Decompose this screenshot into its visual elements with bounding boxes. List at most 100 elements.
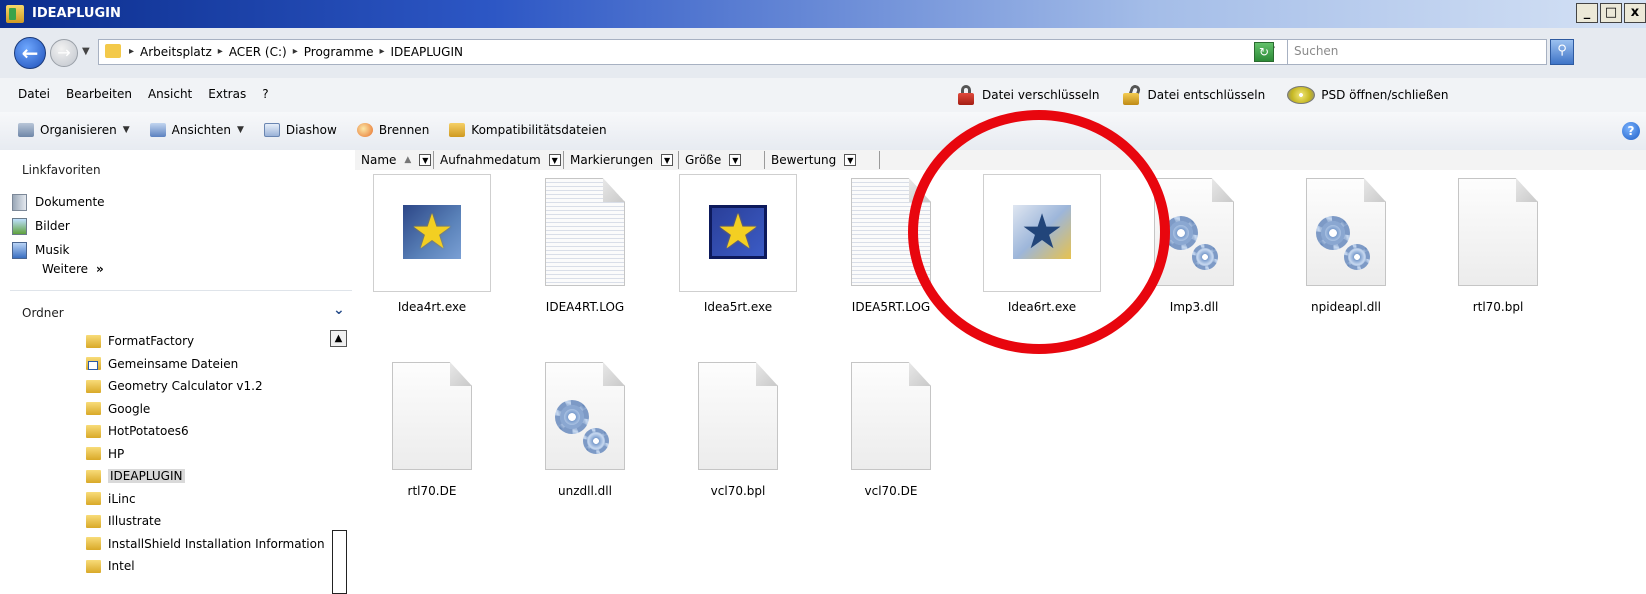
encrypt-file-label: Datei verschlüsseln [982, 88, 1100, 102]
chevron-down-icon[interactable]: ⌄ [333, 302, 345, 318]
forward-button[interactable]: → [50, 39, 78, 67]
folder-item[interactable]: HotPotatoes6 [86, 420, 325, 443]
file-thumbnail [526, 174, 644, 292]
folder-item[interactable]: HP [86, 443, 325, 466]
breadcrumb-separator-icon[interactable]: ▸ [379, 45, 384, 59]
address-bar[interactable]: ▸ Arbeitsplatz ▸ ACER (C:) ▸ Programme ▸… [98, 39, 1298, 65]
file-item[interactable]: ★ Idea5rt.exe [673, 174, 803, 314]
search-input[interactable]: Suchen [1287, 39, 1547, 65]
column-filter-dropdown[interactable]: ▼ [844, 154, 857, 166]
menu-help[interactable]: ? [262, 87, 268, 101]
help-icon[interactable]: ? [1622, 122, 1640, 140]
file-item[interactable]: unzdll.dll [520, 358, 650, 498]
organize-icon [18, 123, 34, 137]
file-item[interactable]: Imp3.dll [1129, 174, 1259, 314]
breadcrumb-separator-icon[interactable]: ▸ [129, 45, 134, 59]
breadcrumb-item[interactable]: IDEAPLUGIN [390, 45, 463, 59]
file-item[interactable]: ★ Idea4rt.exe [367, 174, 497, 314]
folders-heading[interactable]: Ordner [22, 306, 64, 320]
slideshow-icon [263, 123, 280, 137]
column-date-taken[interactable]: Aufnahmedatum ▼ [434, 151, 564, 169]
slideshow-button[interactable]: Diashow [263, 123, 337, 137]
favorite-music[interactable]: Musik [12, 238, 105, 262]
encrypt-file-button[interactable]: Datei verschlüsseln [956, 84, 1099, 106]
folder-item[interactable]: Geometry Calculator v1.2 [86, 375, 325, 398]
more-favorites-link[interactable]: Weitere » [42, 262, 104, 276]
column-filter-dropdown[interactable]: ▼ [548, 154, 561, 166]
menu-edit[interactable]: Bearbeiten [66, 87, 132, 101]
breadcrumb-item[interactable]: ACER (C:) [229, 45, 287, 59]
scrollbar-thumb[interactable] [332, 530, 347, 594]
command-bar: Organisieren ▼ Ansichten ▼ Diashow Brenn… [0, 112, 1646, 151]
file-item[interactable]: rtl70.bpl [1433, 174, 1563, 314]
disc-icon [1287, 86, 1316, 104]
column-size[interactable]: Größe ▼ [679, 151, 765, 169]
refresh-icon: ↻ [1258, 45, 1270, 59]
back-arrow-icon: ← [21, 41, 39, 65]
burn-button[interactable]: Brennen [356, 123, 430, 137]
burn-label: Brennen [378, 123, 430, 137]
folder-icon [86, 559, 101, 573]
organize-button[interactable]: Organisieren ▼ [18, 123, 130, 137]
file-item[interactable]: npideapl.dll [1281, 174, 1411, 314]
psd-open-close-button[interactable]: PSD öffnen/schließen [1287, 86, 1448, 104]
folder-item[interactable]: iLinc [86, 488, 325, 511]
pictures-icon [12, 217, 27, 235]
folder-icon [86, 402, 101, 416]
file-name: rtl70.bpl [1472, 300, 1524, 314]
column-rating[interactable]: Bewertung ▼ [765, 151, 880, 169]
maximize-button[interactable]: □ [1600, 3, 1622, 23]
minimize-button[interactable]: _ [1576, 3, 1598, 23]
breadcrumb-item[interactable]: Programme [304, 45, 374, 59]
decrypt-file-button[interactable]: Datei entschlüsseln [1121, 83, 1265, 106]
refresh-button[interactable]: ↻ [1254, 42, 1274, 62]
folder-item[interactable]: Google [86, 398, 325, 421]
file-item[interactable]: vcl70.bpl [673, 358, 803, 498]
forward-arrow-icon: → [57, 43, 71, 62]
breadcrumb-item[interactable]: Arbeitsplatz [140, 45, 212, 59]
folder-icon [86, 469, 101, 483]
breadcrumb-separator-icon[interactable]: ▸ [218, 45, 223, 59]
file-item[interactable]: vcl70.DE [826, 358, 956, 498]
favorite-pictures[interactable]: Bilder [12, 214, 105, 238]
compatibility-files-label: Kompatibilitätsdateien [471, 123, 607, 137]
menu-file[interactable]: Datei [18, 87, 50, 101]
column-name[interactable]: Name ▲ ▼ [355, 151, 434, 169]
folder-item[interactable]: Gemeinsame Dateien [86, 353, 325, 376]
file-item[interactable]: IDEA5RT.LOG [826, 174, 956, 314]
breadcrumb: ▸ Arbeitsplatz ▸ ACER (C:) ▸ Programme ▸… [129, 45, 463, 59]
folder-item-selected[interactable]: IDEAPLUGIN [86, 465, 325, 488]
column-filter-dropdown[interactable]: ▼ [419, 154, 432, 166]
organize-label: Organisieren [40, 123, 117, 137]
column-filter-dropdown[interactable]: ▼ [729, 154, 742, 166]
file-thumbnail [832, 358, 950, 476]
back-button[interactable]: ← [14, 37, 46, 69]
file-item[interactable]: IDEA4RT.LOG [520, 174, 650, 314]
folder-item[interactable]: FormatFactory [86, 330, 325, 353]
recent-pages-dropdown[interactable]: ▼ [82, 46, 90, 57]
search-button[interactable]: ⚲ [1550, 39, 1574, 65]
folder-item[interactable]: Intel [86, 555, 325, 578]
column-header: Name ▲ ▼ Aufnahmedatum ▼ Markierungen ▼ … [355, 150, 1646, 171]
folder-item[interactable]: InstallShield Installation Information [86, 533, 325, 556]
menu-extras[interactable]: Extras [208, 87, 246, 101]
favorite-documents[interactable]: Dokumente [12, 190, 105, 214]
more-label: Weitere [42, 262, 89, 276]
folder-item[interactable]: Illustrate [86, 510, 325, 533]
breadcrumb-separator-icon[interactable]: ▸ [293, 45, 298, 59]
file-item[interactable]: rtl70.DE [367, 358, 497, 498]
menu-view[interactable]: Ansicht [148, 87, 192, 101]
column-tags[interactable]: Markierungen ▼ [564, 151, 679, 169]
window-controls: _ □ x [1576, 3, 1646, 23]
compatibility-files-button[interactable]: Kompatibilitätsdateien [449, 123, 607, 137]
scroll-up-button[interactable]: ▲ [330, 330, 347, 347]
views-button[interactable]: Ansichten ▼ [149, 123, 244, 137]
pane-divider [10, 290, 352, 291]
file-name: Idea5rt.exe [703, 300, 773, 314]
column-filter-dropdown[interactable]: ▼ [661, 154, 674, 166]
idea6-star-icon: ★ [1013, 205, 1071, 259]
close-button[interactable]: x [1624, 3, 1646, 23]
file-item-highlighted[interactable]: ★ Idea6rt.exe [977, 174, 1107, 314]
views-icon [149, 123, 166, 137]
folder-scrollbar[interactable]: ▲ [330, 330, 349, 594]
